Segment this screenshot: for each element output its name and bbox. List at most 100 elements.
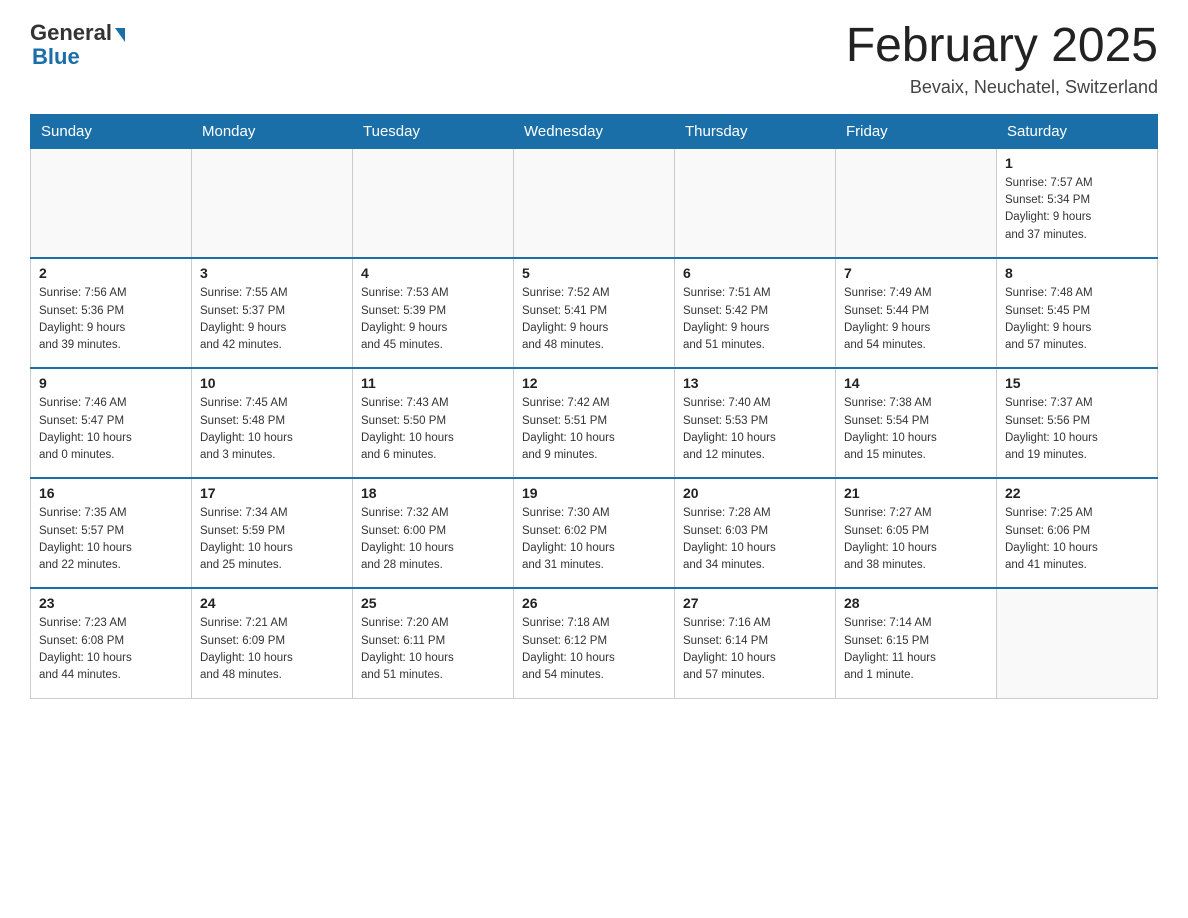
calendar-cell (192, 148, 353, 258)
day-number: 28 (844, 595, 988, 611)
calendar-cell: 14 Sunrise: 7:38 AMSunset: 5:54 PMDayligh… (836, 368, 997, 478)
calendar-cell: 23 Sunrise: 7:23 AMSunset: 6:08 PMDayligh… (31, 588, 192, 698)
day-number: 20 (683, 485, 827, 501)
calendar-cell (514, 148, 675, 258)
day-number: 10 (200, 375, 344, 391)
calendar-cell: 11 Sunrise: 7:43 AMSunset: 5:50 PMDayligh… (353, 368, 514, 478)
day-number: 3 (200, 265, 344, 281)
day-number: 27 (683, 595, 827, 611)
day-info: Sunrise: 7:21 AMSunset: 6:09 PMDaylight:… (200, 615, 344, 684)
day-number: 15 (1005, 375, 1149, 391)
day-number: 12 (522, 375, 666, 391)
logo-blue-text: Blue (32, 44, 80, 70)
calendar-cell: 27 Sunrise: 7:16 AMSunset: 6:14 PMDayligh… (675, 588, 836, 698)
calendar-cell: 15 Sunrise: 7:37 AMSunset: 5:56 PMDayligh… (997, 368, 1158, 478)
day-info: Sunrise: 7:35 AMSunset: 5:57 PMDaylight:… (39, 505, 183, 574)
calendar-table: SundayMondayTuesdayWednesdayThursdayFrid… (30, 114, 1158, 699)
day-number: 1 (1005, 155, 1149, 171)
col-header-wednesday: Wednesday (514, 114, 675, 148)
day-info: Sunrise: 7:38 AMSunset: 5:54 PMDaylight:… (844, 395, 988, 464)
calendar-cell: 1 Sunrise: 7:57 AMSunset: 5:34 PMDaylight… (997, 148, 1158, 258)
day-number: 16 (39, 485, 183, 501)
day-info: Sunrise: 7:34 AMSunset: 5:59 PMDaylight:… (200, 505, 344, 574)
day-info: Sunrise: 7:52 AMSunset: 5:41 PMDaylight:… (522, 285, 666, 354)
day-info: Sunrise: 7:40 AMSunset: 5:53 PMDaylight:… (683, 395, 827, 464)
calendar-week-row: 2 Sunrise: 7:56 AMSunset: 5:36 PMDaylight… (31, 258, 1158, 368)
calendar-cell: 7 Sunrise: 7:49 AMSunset: 5:44 PMDaylight… (836, 258, 997, 368)
col-header-thursday: Thursday (675, 114, 836, 148)
logo: General Blue (30, 20, 125, 70)
day-info: Sunrise: 7:46 AMSunset: 5:47 PMDaylight:… (39, 395, 183, 464)
col-header-saturday: Saturday (997, 114, 1158, 148)
calendar-cell (836, 148, 997, 258)
day-info: Sunrise: 7:32 AMSunset: 6:00 PMDaylight:… (361, 505, 505, 574)
title-section: February 2025 Bevaix, Neuchatel, Switzer… (846, 20, 1158, 98)
day-info: Sunrise: 7:56 AMSunset: 5:36 PMDaylight:… (39, 285, 183, 354)
day-number: 18 (361, 485, 505, 501)
day-number: 7 (844, 265, 988, 281)
calendar-week-row: 16 Sunrise: 7:35 AMSunset: 5:57 PMDayligh… (31, 478, 1158, 588)
day-number: 9 (39, 375, 183, 391)
day-info: Sunrise: 7:27 AMSunset: 6:05 PMDaylight:… (844, 505, 988, 574)
calendar-week-row: 1 Sunrise: 7:57 AMSunset: 5:34 PMDaylight… (31, 148, 1158, 258)
day-info: Sunrise: 7:23 AMSunset: 6:08 PMDaylight:… (39, 615, 183, 684)
logo-general-text: General (30, 20, 112, 46)
calendar-cell: 6 Sunrise: 7:51 AMSunset: 5:42 PMDaylight… (675, 258, 836, 368)
calendar-cell: 9 Sunrise: 7:46 AMSunset: 5:47 PMDaylight… (31, 368, 192, 478)
day-info: Sunrise: 7:42 AMSunset: 5:51 PMDaylight:… (522, 395, 666, 464)
day-info: Sunrise: 7:43 AMSunset: 5:50 PMDaylight:… (361, 395, 505, 464)
calendar-cell: 25 Sunrise: 7:20 AMSunset: 6:11 PMDayligh… (353, 588, 514, 698)
day-number: 17 (200, 485, 344, 501)
day-number: 21 (844, 485, 988, 501)
calendar-cell: 17 Sunrise: 7:34 AMSunset: 5:59 PMDayligh… (192, 478, 353, 588)
day-number: 22 (1005, 485, 1149, 501)
day-info: Sunrise: 7:49 AMSunset: 5:44 PMDaylight:… (844, 285, 988, 354)
calendar-cell (31, 148, 192, 258)
calendar-cell (997, 588, 1158, 698)
day-info: Sunrise: 7:37 AMSunset: 5:56 PMDaylight:… (1005, 395, 1149, 464)
day-number: 14 (844, 375, 988, 391)
location-label: Bevaix, Neuchatel, Switzerland (846, 77, 1158, 98)
calendar-cell: 28Sunrise: 7:14 AMSunset: 6:15 PMDayligh… (836, 588, 997, 698)
calendar-cell (675, 148, 836, 258)
day-info: Sunrise: 7:16 AMSunset: 6:14 PMDaylight:… (683, 615, 827, 684)
day-number: 23 (39, 595, 183, 611)
col-header-tuesday: Tuesday (353, 114, 514, 148)
day-info: Sunrise: 7:20 AMSunset: 6:11 PMDaylight:… (361, 615, 505, 684)
calendar-cell: 4 Sunrise: 7:53 AMSunset: 5:39 PMDaylight… (353, 258, 514, 368)
calendar-cell: 19Sunrise: 7:30 AMSunset: 6:02 PMDayligh… (514, 478, 675, 588)
calendar-cell: 24Sunrise: 7:21 AMSunset: 6:09 PMDayligh… (192, 588, 353, 698)
day-number: 25 (361, 595, 505, 611)
calendar-cell: 16 Sunrise: 7:35 AMSunset: 5:57 PMDayligh… (31, 478, 192, 588)
day-number: 11 (361, 375, 505, 391)
calendar-cell: 26Sunrise: 7:18 AMSunset: 6:12 PMDayligh… (514, 588, 675, 698)
calendar-week-row: 23 Sunrise: 7:23 AMSunset: 6:08 PMDayligh… (31, 588, 1158, 698)
col-header-friday: Friday (836, 114, 997, 148)
day-info: Sunrise: 7:25 AMSunset: 6:06 PMDaylight:… (1005, 505, 1149, 574)
day-info: Sunrise: 7:57 AMSunset: 5:34 PMDaylight:… (1005, 175, 1149, 244)
page-header: General Blue February 2025 Bevaix, Neuch… (30, 20, 1158, 98)
calendar-cell (353, 148, 514, 258)
calendar-cell: 2 Sunrise: 7:56 AMSunset: 5:36 PMDaylight… (31, 258, 192, 368)
month-title: February 2025 (846, 20, 1158, 73)
calendar-cell: 20 Sunrise: 7:28 AMSunset: 6:03 PMDayligh… (675, 478, 836, 588)
day-info: Sunrise: 7:51 AMSunset: 5:42 PMDaylight:… (683, 285, 827, 354)
day-number: 6 (683, 265, 827, 281)
day-info: Sunrise: 7:48 AMSunset: 5:45 PMDaylight:… (1005, 285, 1149, 354)
day-number: 26 (522, 595, 666, 611)
calendar-cell: 12 Sunrise: 7:42 AMSunset: 5:51 PMDayligh… (514, 368, 675, 478)
day-number: 5 (522, 265, 666, 281)
calendar-cell: 13Sunrise: 7:40 AMSunset: 5:53 PMDayligh… (675, 368, 836, 478)
calendar-cell: 10Sunrise: 7:45 AMSunset: 5:48 PMDayligh… (192, 368, 353, 478)
day-info: Sunrise: 7:28 AMSunset: 6:03 PMDaylight:… (683, 505, 827, 574)
calendar-cell: 3 Sunrise: 7:55 AMSunset: 5:37 PMDaylight… (192, 258, 353, 368)
day-info: Sunrise: 7:55 AMSunset: 5:37 PMDaylight:… (200, 285, 344, 354)
calendar-cell: 18 Sunrise: 7:32 AMSunset: 6:00 PMDayligh… (353, 478, 514, 588)
day-number: 2 (39, 265, 183, 281)
day-number: 19 (522, 485, 666, 501)
day-number: 4 (361, 265, 505, 281)
logo-arrow-icon (115, 28, 125, 42)
calendar-cell: 22 Sunrise: 7:25 AMSunset: 6:06 PMDayligh… (997, 478, 1158, 588)
day-info: Sunrise: 7:53 AMSunset: 5:39 PMDaylight:… (361, 285, 505, 354)
col-header-monday: Monday (192, 114, 353, 148)
